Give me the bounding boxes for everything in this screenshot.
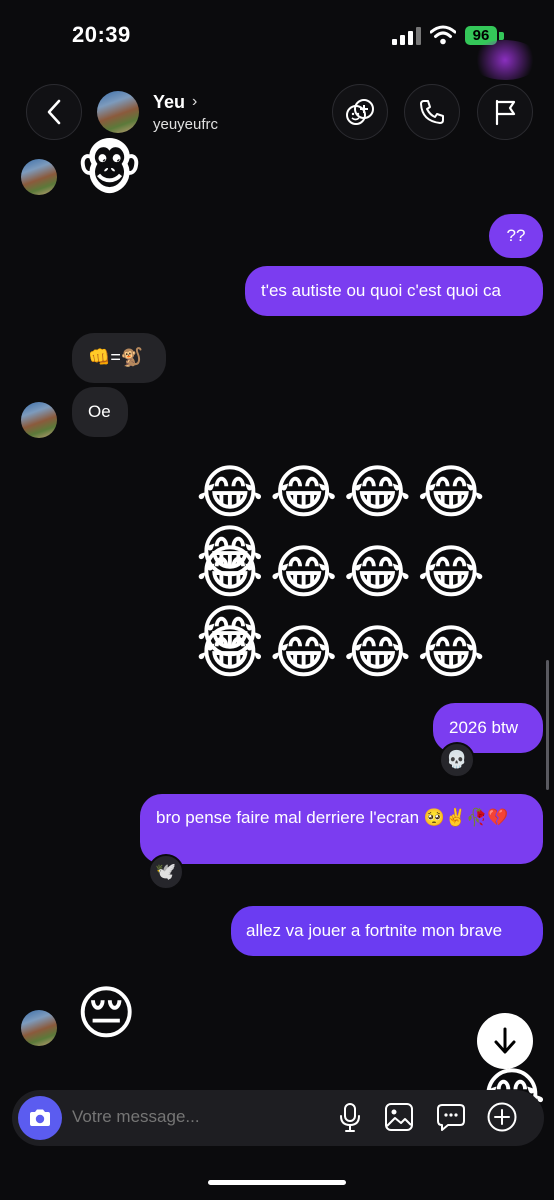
message-text: Oe: [88, 402, 111, 421]
laugh-emoji-row[interactable]: 😂😂😂😂: [196, 623, 491, 683]
message-bubble-received[interactable]: Oe: [72, 387, 128, 437]
sender-avatar[interactable]: [21, 159, 57, 195]
message-bubble-sent[interactable]: bro pense faire mal derriere l'ecran 🥺✌️…: [140, 794, 543, 864]
sticker-faces-icon: [346, 99, 374, 125]
sender-avatar[interactable]: [21, 402, 57, 438]
microphone-icon[interactable]: [338, 1102, 362, 1134]
message-bubble-sent[interactable]: t'es autiste ou quoi c'est quoi ca: [245, 266, 543, 316]
message-text: t'es autiste ou quoi c'est quoi ca: [261, 281, 501, 300]
contact-avatar[interactable]: [97, 91, 139, 133]
contact-name[interactable]: Yeu: [153, 92, 185, 113]
camera-button[interactable]: [18, 1096, 62, 1140]
scroll-to-bottom-button[interactable]: [477, 1013, 533, 1069]
scrollbar[interactable]: [546, 660, 549, 790]
sender-avatar[interactable]: [21, 1010, 57, 1046]
contact-username[interactable]: yeuyeufrc: [153, 116, 218, 133]
phone-icon: [420, 100, 444, 124]
plus-circle-icon[interactable]: [486, 1101, 518, 1133]
status-time: 20:39: [72, 22, 131, 47]
message-text: 2026 btw: [449, 718, 518, 737]
call-button[interactable]: [404, 84, 460, 140]
wifi-icon: [430, 25, 456, 45]
camera-icon: [30, 1109, 50, 1126]
chevron-left-icon: [47, 99, 61, 125]
battery-icon: [499, 32, 504, 40]
message-emoji[interactable]: 😔: [76, 984, 136, 1044]
message-emoji[interactable]: 🐵: [76, 140, 143, 200]
message-text: 👊=🐒: [88, 347, 144, 367]
effects-button[interactable]: [332, 84, 388, 140]
back-button[interactable]: [26, 84, 82, 140]
chat-bubble-icon[interactable]: [436, 1102, 466, 1132]
message-bubble-received[interactable]: 👊=🐒: [72, 333, 166, 383]
cellular-signal-icon: [392, 27, 421, 45]
message-bubble-sent[interactable]: ??: [489, 214, 543, 258]
glow-decoration: [470, 40, 540, 80]
home-indicator: [208, 1180, 346, 1185]
message-text: bro pense faire mal derriere l'ecran 🥺✌️…: [156, 808, 509, 827]
message-text: ??: [506, 226, 526, 245]
gallery-icon[interactable]: [384, 1102, 414, 1132]
chevron-right-icon[interactable]: ›: [192, 93, 197, 111]
reaction-badge[interactable]: 💀: [439, 742, 475, 778]
arrow-down-icon: [494, 1027, 516, 1054]
report-button[interactable]: [477, 84, 533, 140]
message-text: allez va jouer a fortnite mon brave: [246, 921, 503, 940]
reaction-badge[interactable]: 🕊️: [148, 854, 184, 890]
message-bubble-sent[interactable]: allez va jouer a fortnite mon brave: [231, 906, 543, 956]
message-input[interactable]: [64, 1097, 340, 1137]
flag-icon: [495, 99, 516, 126]
